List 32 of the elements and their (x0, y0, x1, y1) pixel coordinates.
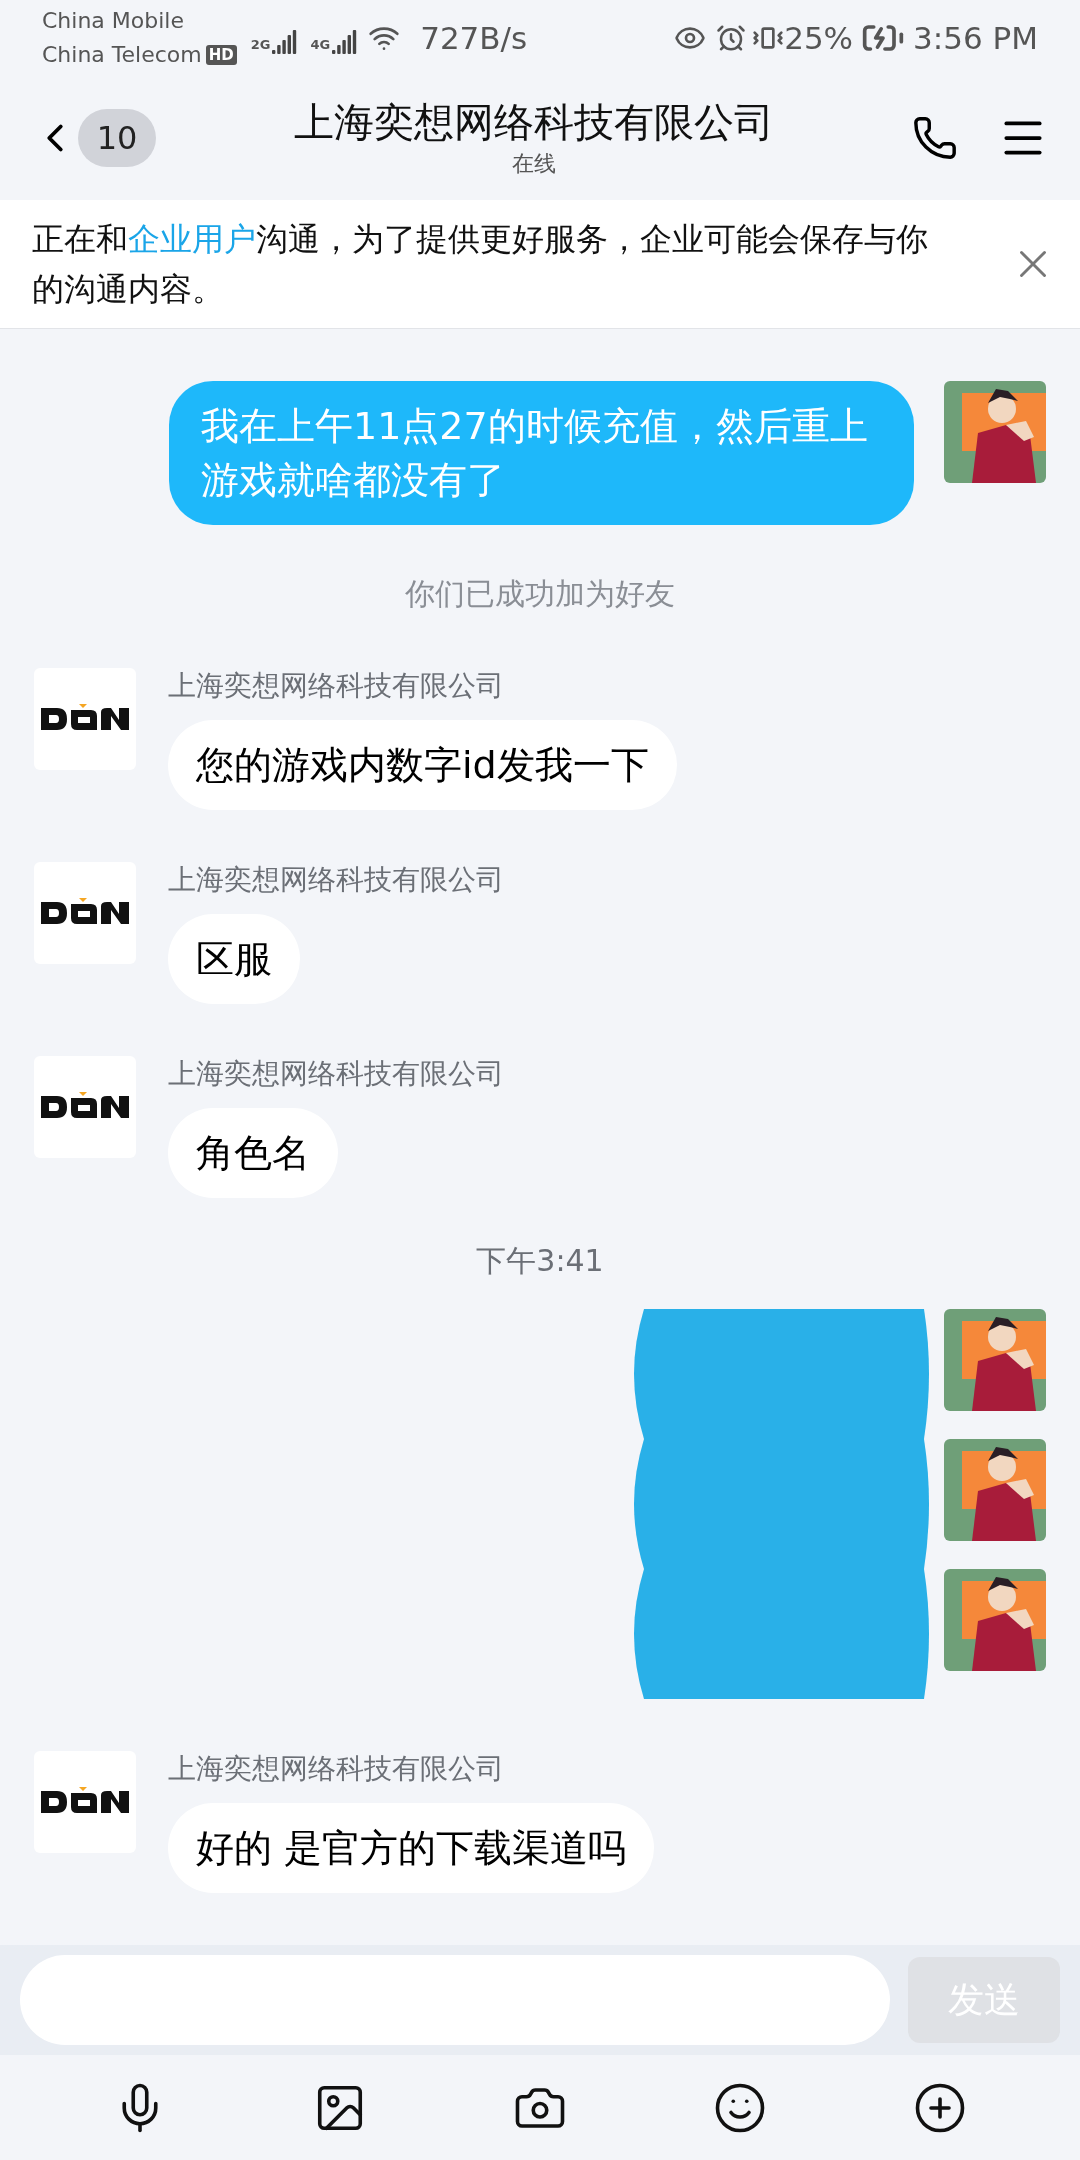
clock: 3:56 PM (913, 18, 1038, 58)
signal-icon (332, 28, 359, 54)
message-bubble: 好的 是官方的下载渠道吗 (168, 1803, 655, 1893)
enterprise-user-link[interactable]: 企业用户 (128, 220, 256, 258)
sender-name: 上海奕想网络科技有限公司 (168, 862, 504, 898)
company-logo-icon (34, 1751, 136, 1853)
hd-badge: HD (205, 45, 237, 65)
sender-name: 上海奕想网络科技有限公司 (168, 1751, 504, 1787)
alarm-icon (716, 23, 747, 53)
signal-icon (272, 28, 299, 54)
chat-title: 上海奕想网络科技有限公司 (294, 97, 774, 147)
timestamp: 下午3:41 (476, 1242, 604, 1280)
sender-name: 上海奕想网络科技有限公司 (168, 668, 504, 704)
company-logo-icon (34, 1056, 136, 1158)
online-status: 在线 (512, 149, 556, 178)
network-type-label: 2G (250, 35, 271, 54)
carrier-name: China Telecom (42, 41, 202, 69)
company-logo-icon (34, 862, 136, 964)
call-icon[interactable] (912, 115, 958, 161)
battery-percent: 25% (784, 18, 854, 58)
privacy-notice: 正在和企业用户沟通，为了提供更好服务，企业可能会保存与你的沟通内容。 (32, 219, 929, 310)
message-bubble: 角色名 (168, 1108, 338, 1198)
network-type-label: 4G (310, 35, 331, 54)
message-bubble: 我在上午11点27的时候充值，然后重上游戏就啥都没有了 (169, 381, 914, 525)
message-bubble: 您的游戏内数字id发我一下 (168, 720, 677, 810)
company-logo-icon (34, 668, 136, 770)
system-notice: 你们已成功加为好友 (405, 575, 675, 613)
message-bubble: 区服 (168, 914, 300, 1004)
carrier-name: China Mobile (42, 7, 185, 35)
sender-name: 上海奕想网络科技有限公司 (168, 1056, 504, 1092)
network-speed: 727B/s (420, 18, 528, 58)
unread-count[interactable]: 10 (78, 109, 156, 167)
